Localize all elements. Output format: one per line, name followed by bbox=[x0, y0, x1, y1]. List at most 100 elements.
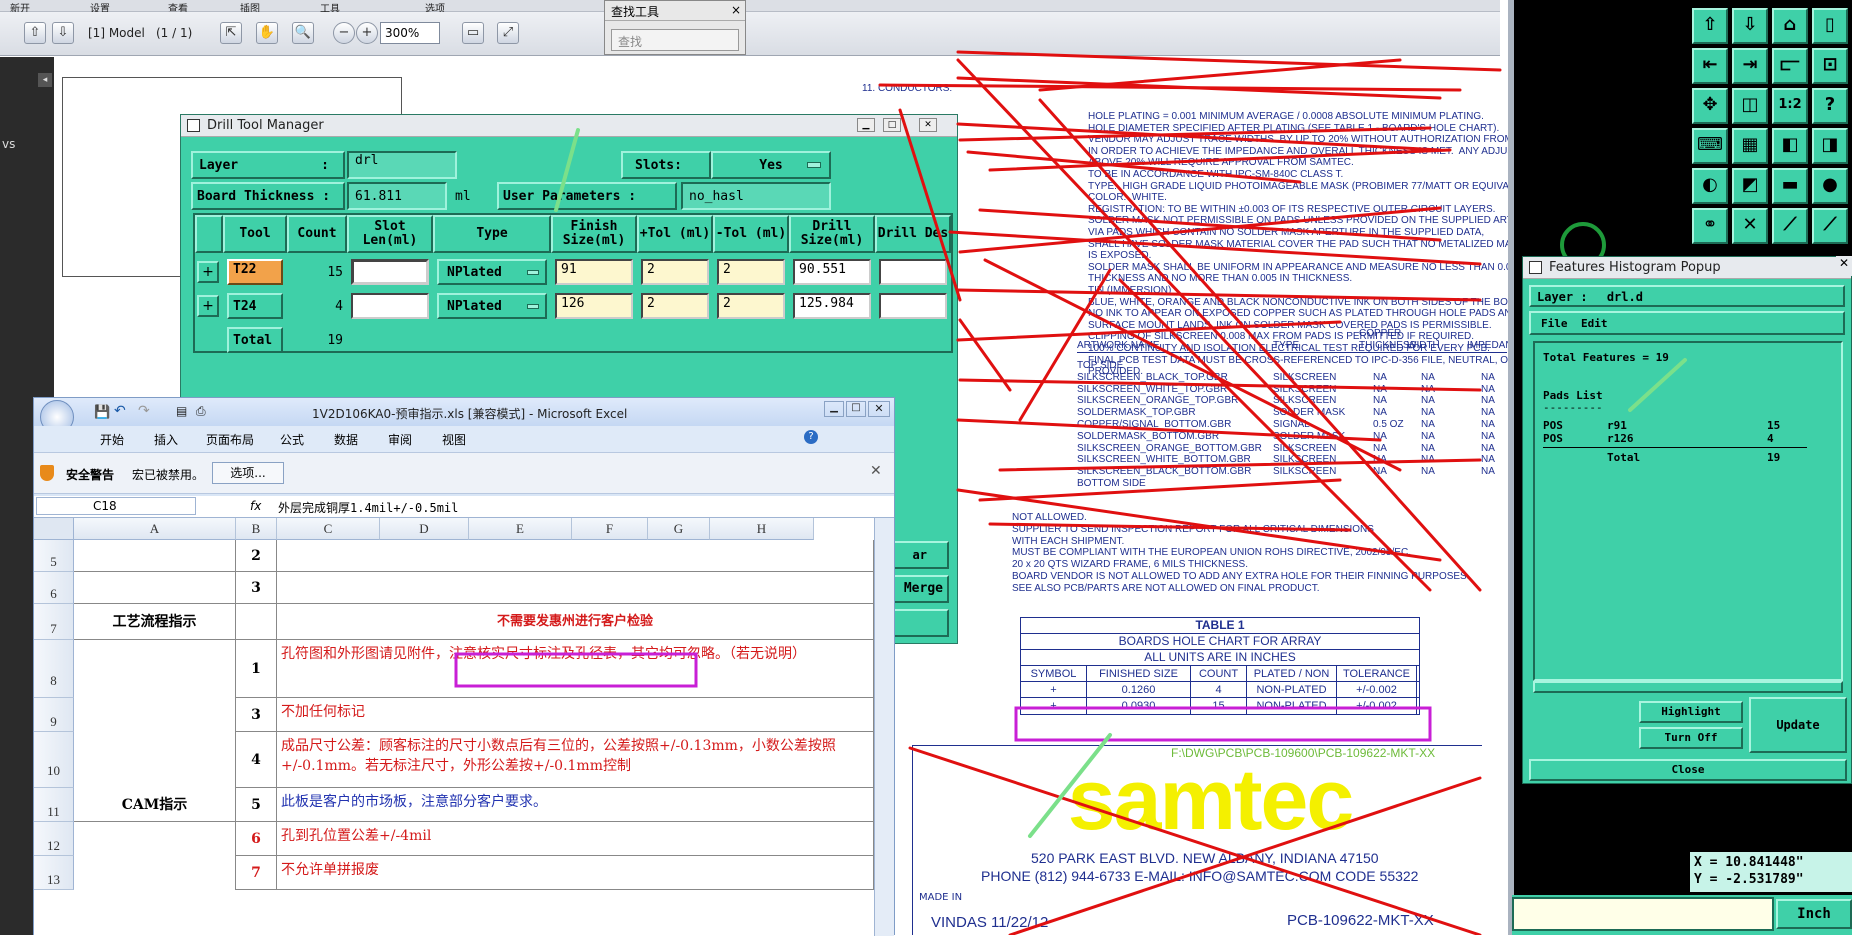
column-header[interactable]: C bbox=[277, 518, 380, 540]
tab-formulas[interactable]: 公式 bbox=[280, 431, 304, 448]
extra-button[interactable] bbox=[887, 609, 949, 637]
merge-button[interactable]: Merge bbox=[887, 575, 949, 603]
grid-icon[interactable]: ◫ bbox=[1732, 88, 1768, 124]
board-thickness-field[interactable]: 61.811 bbox=[347, 182, 447, 210]
tab-data[interactable]: 数据 bbox=[334, 431, 358, 448]
close-icon[interactable]: × bbox=[731, 3, 741, 17]
horizontal-scrollbar[interactable] bbox=[1533, 681, 1843, 693]
select-all-corner[interactable] bbox=[34, 518, 74, 540]
split-icon[interactable]: ⫍ bbox=[1772, 48, 1808, 84]
fit-width-icon[interactable]: ⤢ bbox=[497, 22, 519, 44]
row-header[interactable]: 11 bbox=[34, 788, 74, 822]
maximize-icon[interactable]: □ bbox=[846, 401, 866, 417]
tool-cell[interactable]: T24 bbox=[227, 293, 283, 319]
clear-button[interactable]: ar bbox=[887, 541, 949, 569]
pan-right-icon[interactable]: ⇥ bbox=[1732, 48, 1768, 84]
zoom-out-icon[interactable]: − bbox=[333, 22, 355, 44]
highlight-button[interactable]: Highlight bbox=[1639, 701, 1743, 723]
chain-icon[interactable]: ⚭ bbox=[1692, 208, 1728, 244]
redo-icon[interactable]: ↷ bbox=[138, 403, 150, 419]
scale-icon[interactable]: 1:2 bbox=[1772, 88, 1808, 124]
tab-insert[interactable]: 插入 bbox=[154, 431, 178, 448]
red-right-icon[interactable]: ◨ bbox=[1812, 128, 1848, 164]
preview-icon[interactable]: ▤ bbox=[176, 404, 187, 418]
sheet-grid[interactable]: A B C D E F G H 5 2 6 3 7 工艺流程指示 不需要发惠州进行客户检验 8 1 孔符图和外形图… bbox=[34, 518, 874, 936]
row-header[interactable]: 8 bbox=[34, 640, 74, 698]
red-left-icon[interactable]: ◧ bbox=[1772, 128, 1808, 164]
row-header[interactable]: 12 bbox=[34, 822, 74, 856]
row-header[interactable]: 7 bbox=[34, 604, 74, 640]
up-arrow-icon[interactable]: ⇧ bbox=[24, 22, 46, 44]
column-header[interactable]: F bbox=[572, 518, 648, 540]
column-header[interactable]: B bbox=[236, 518, 277, 540]
minus-tol-field[interactable]: 2 bbox=[717, 293, 785, 319]
undo-icon[interactable]: ↶ bbox=[114, 403, 126, 419]
row-header[interactable]: 5 bbox=[34, 540, 74, 572]
row-expand-button[interactable]: + bbox=[197, 295, 219, 317]
hand-icon[interactable]: ✋ bbox=[256, 22, 278, 44]
fx-icon[interactable]: fx bbox=[250, 499, 261, 513]
drill-size-field[interactable]: 90.551 bbox=[793, 259, 871, 285]
help-icon[interactable]: ? bbox=[1812, 88, 1848, 124]
finish-size-field[interactable]: 126 bbox=[555, 293, 633, 319]
plus-tol-field[interactable]: 2 bbox=[641, 293, 709, 319]
model-label[interactable]: [1] Model bbox=[88, 26, 145, 40]
keyboard-icon[interactable]: ⌨ bbox=[1692, 128, 1728, 164]
row-header[interactable]: 6 bbox=[34, 572, 74, 604]
minimize-icon[interactable]: ▁ bbox=[824, 401, 844, 417]
box-diag-icon[interactable]: ◩ bbox=[1732, 168, 1768, 204]
fit-page-icon[interactable]: ▭ bbox=[462, 22, 484, 44]
drill-des-field[interactable] bbox=[879, 259, 947, 285]
close-icon[interactable]: ✕ bbox=[870, 463, 882, 479]
plus-tol-field[interactable]: 2 bbox=[641, 259, 709, 285]
drill-size-field[interactable]: 125.984 bbox=[793, 293, 871, 319]
layer-value-field[interactable]: drl bbox=[347, 151, 457, 179]
status-input[interactable] bbox=[1512, 897, 1774, 931]
close-icon[interactable]: ✕ bbox=[868, 401, 890, 417]
home-icon[interactable]: ⌂ bbox=[1772, 8, 1808, 44]
tab-page-layout[interactable]: 页面布局 bbox=[206, 431, 254, 448]
column-header[interactable]: D bbox=[380, 518, 469, 540]
finish-size-field[interactable]: 91 bbox=[555, 259, 633, 285]
save-icon[interactable]: 💾 bbox=[94, 405, 110, 420]
tab-home[interactable]: 开始 bbox=[100, 431, 124, 448]
column-header[interactable]: H bbox=[710, 518, 814, 540]
zoom-icon[interactable]: 🔍 bbox=[292, 22, 314, 44]
drill-des-field[interactable] bbox=[879, 293, 947, 319]
units-dropdown[interactable]: Inch bbox=[1776, 899, 1852, 929]
type-dropdown[interactable]: NPlated bbox=[437, 259, 547, 285]
slots-dropdown[interactable]: Yes bbox=[711, 151, 831, 179]
menu-file[interactable]: File bbox=[1541, 317, 1568, 330]
line-b-icon[interactable]: ⟋ bbox=[1812, 208, 1848, 244]
slot-len-field[interactable] bbox=[351, 259, 429, 285]
dot-icon[interactable]: ● bbox=[1812, 168, 1848, 204]
tab-view[interactable]: 视图 bbox=[442, 431, 466, 448]
ruler-icon[interactable]: ▬ bbox=[1772, 168, 1808, 204]
move-icon[interactable]: ✥ bbox=[1692, 88, 1728, 124]
slot-len-field[interactable] bbox=[351, 293, 429, 319]
select-cursor-icon[interactable]: ⇱ bbox=[220, 22, 242, 44]
minimize-icon[interactable]: ▁ bbox=[857, 118, 875, 132]
grid-fill-icon[interactable]: ▦ bbox=[1732, 128, 1768, 164]
user-params-field[interactable]: no_hasl bbox=[681, 182, 831, 210]
zoom-in-icon[interactable]: + bbox=[356, 22, 378, 44]
print-icon[interactable]: ⎙ bbox=[196, 404, 206, 419]
row-header[interactable]: 10 bbox=[34, 732, 74, 788]
turn-off-button[interactable]: Turn Off bbox=[1639, 727, 1743, 749]
tool-cell[interactable]: T22 bbox=[227, 259, 283, 285]
minus-tol-field[interactable]: 2 bbox=[717, 259, 785, 285]
update-button[interactable]: Update bbox=[1749, 697, 1847, 753]
name-box[interactable]: C18 bbox=[36, 497, 196, 515]
cross-icon[interactable]: ✕ bbox=[1732, 208, 1768, 244]
find-input[interactable]: 查找 bbox=[611, 29, 739, 51]
column-header[interactable]: A bbox=[74, 518, 236, 540]
down-arrow-icon[interactable]: ⇩ bbox=[52, 22, 74, 44]
close-button[interactable]: Close bbox=[1529, 759, 1847, 781]
formula-input[interactable]: 外层完成铜厚1.4mil+/-0.5mil bbox=[278, 499, 458, 516]
pan-left-icon[interactable]: ⇤ bbox=[1692, 48, 1728, 84]
vertical-scrollbar[interactable] bbox=[874, 518, 894, 936]
options-button[interactable]: 选项... bbox=[212, 462, 284, 484]
type-dropdown[interactable]: NPlated bbox=[437, 293, 547, 319]
zoom-input[interactable]: 300% bbox=[380, 22, 440, 44]
line-a-icon[interactable]: ⟋ bbox=[1772, 208, 1808, 244]
